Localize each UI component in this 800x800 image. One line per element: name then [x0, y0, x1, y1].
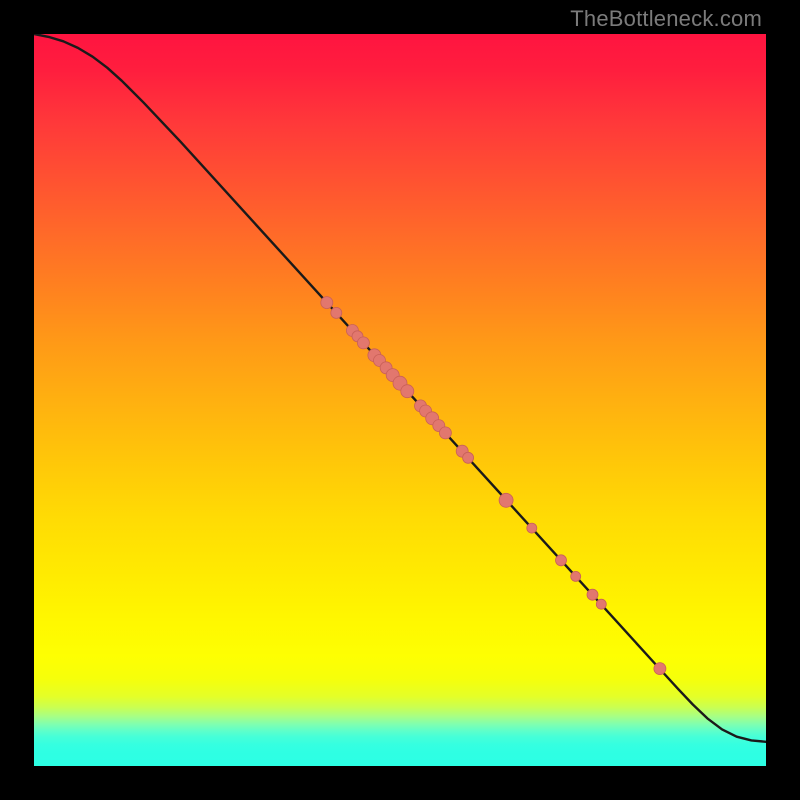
watermark-text: TheBottleneck.com	[570, 6, 762, 32]
chart-svg	[34, 34, 766, 766]
scatter-point	[556, 555, 567, 566]
scatter-point	[587, 589, 598, 600]
scatter-point	[439, 427, 451, 439]
scatter-point	[331, 307, 342, 318]
scatter-point	[463, 452, 474, 463]
scatter-point	[596, 599, 606, 609]
scatter-point	[499, 493, 513, 507]
plot-area	[34, 34, 766, 766]
scatter-point	[571, 571, 581, 581]
scatter-point	[654, 663, 666, 675]
scatter-point	[527, 523, 537, 533]
scatter-point	[321, 297, 333, 309]
scatter-point	[401, 385, 414, 398]
scatter-point	[357, 337, 369, 349]
